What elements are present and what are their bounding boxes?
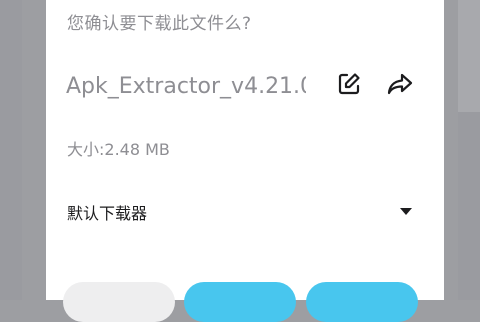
open-button[interactable] <box>306 282 418 322</box>
file-size: 大小:2.48 MB <box>67 140 170 159</box>
download-button[interactable] <box>184 282 296 322</box>
share-icon <box>387 73 413 95</box>
filename-text: Apk_Extractor_v4.21.08 <box>66 74 306 99</box>
share-button[interactable] <box>384 68 416 100</box>
caret-down-icon <box>400 208 412 215</box>
edit-icon <box>338 73 360 95</box>
filename-field[interactable]: Apk_Extractor_v4.21.08 <box>66 70 306 104</box>
download-dialog: 您确认要下载此文件么? Apk_Extractor_v4.21.08 大小:2.… <box>46 0 444 322</box>
edit-filename-button[interactable] <box>333 68 365 100</box>
cancel-button[interactable] <box>63 282 175 322</box>
background-overlay-left <box>0 0 22 300</box>
background-card <box>458 0 480 112</box>
download-prompt: 您确认要下载此文件么? <box>67 14 252 34</box>
downloader-select[interactable]: 默认下载器 <box>67 196 417 228</box>
downloader-selected-value: 默认下载器 <box>67 204 148 223</box>
